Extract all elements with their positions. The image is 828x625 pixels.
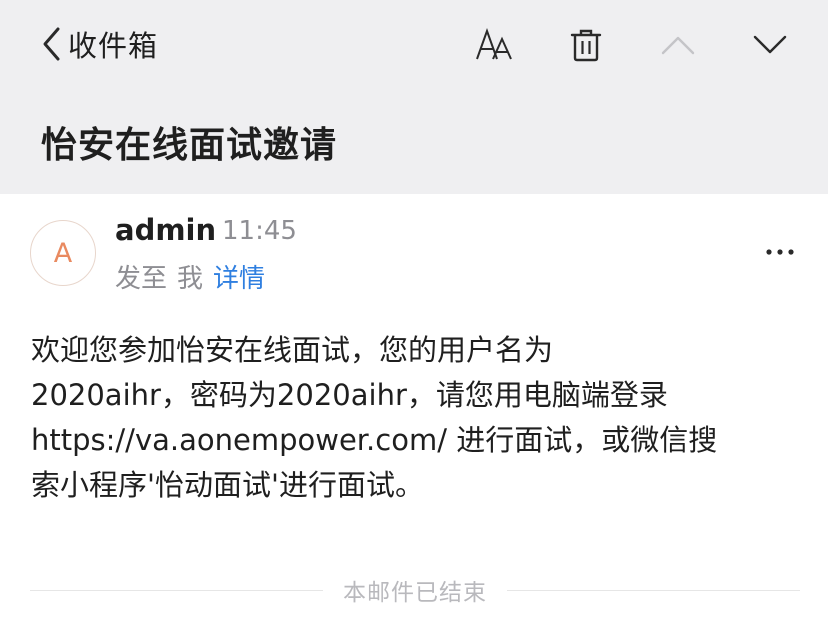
divider-line — [30, 589, 323, 591]
chevron-up-icon — [661, 36, 695, 55]
avatar-letter: A — [53, 237, 73, 269]
sender-avatar[interactable]: A — [30, 220, 96, 286]
chevron-left-icon — [43, 27, 60, 61]
delete-button[interactable] — [561, 20, 611, 70]
next-email-button[interactable] — [745, 20, 795, 70]
trash-icon — [570, 29, 602, 62]
divider-line — [507, 589, 800, 591]
previous-email-button[interactable] — [653, 20, 703, 70]
recipient-prefix: 发至 — [115, 264, 168, 294]
back-button[interactable]: 收件箱 — [40, 22, 158, 66]
email-body-line[interactable]: https://va.aonempower.com/ 进行面试，或微信搜 — [31, 418, 801, 463]
more-options-button[interactable] — [760, 236, 800, 268]
sent-time: 11:45 — [222, 216, 297, 246]
email-header: 收件箱 怡安在线面试邀请 — [0, 0, 828, 194]
email-body-line: 索小程序'怡动面试'进行面试。 — [31, 468, 424, 502]
end-of-email-divider: 本邮件已结束 — [30, 572, 800, 608]
nav-bar: 收件箱 — [0, 0, 828, 90]
email-subject: 怡安在线面试邀请 — [41, 125, 338, 166]
email-detail-screen: 收件箱 怡安在线面试邀请 A admin 11:45 发至 我 详情 欢迎您参加… — [0, 0, 828, 625]
back-label: 收件箱 — [68, 29, 159, 63]
end-of-email-label: 本邮件已结束 — [343, 580, 487, 606]
email-body: 欢迎您参加怡安在线面试，您的用户名为 2020aihr，密码为2020aihr，… — [31, 328, 801, 508]
recipient-name: 我 — [177, 264, 204, 294]
font-size-button[interactable] — [469, 20, 519, 70]
email-body-line: 欢迎您参加怡安在线面试，您的用户名为 — [31, 333, 554, 367]
details-link[interactable]: 详情 — [213, 258, 265, 295]
sender-name[interactable]: admin — [115, 213, 216, 247]
more-dots-icon — [766, 249, 794, 255]
email-body-line: 2020aihr，密码为2020aihr，请您用电脑端登录 — [31, 378, 668, 412]
font-size-icon — [476, 28, 512, 60]
chevron-down-icon — [753, 35, 787, 54]
recipient-line: 发至 我 详情 — [115, 258, 265, 295]
